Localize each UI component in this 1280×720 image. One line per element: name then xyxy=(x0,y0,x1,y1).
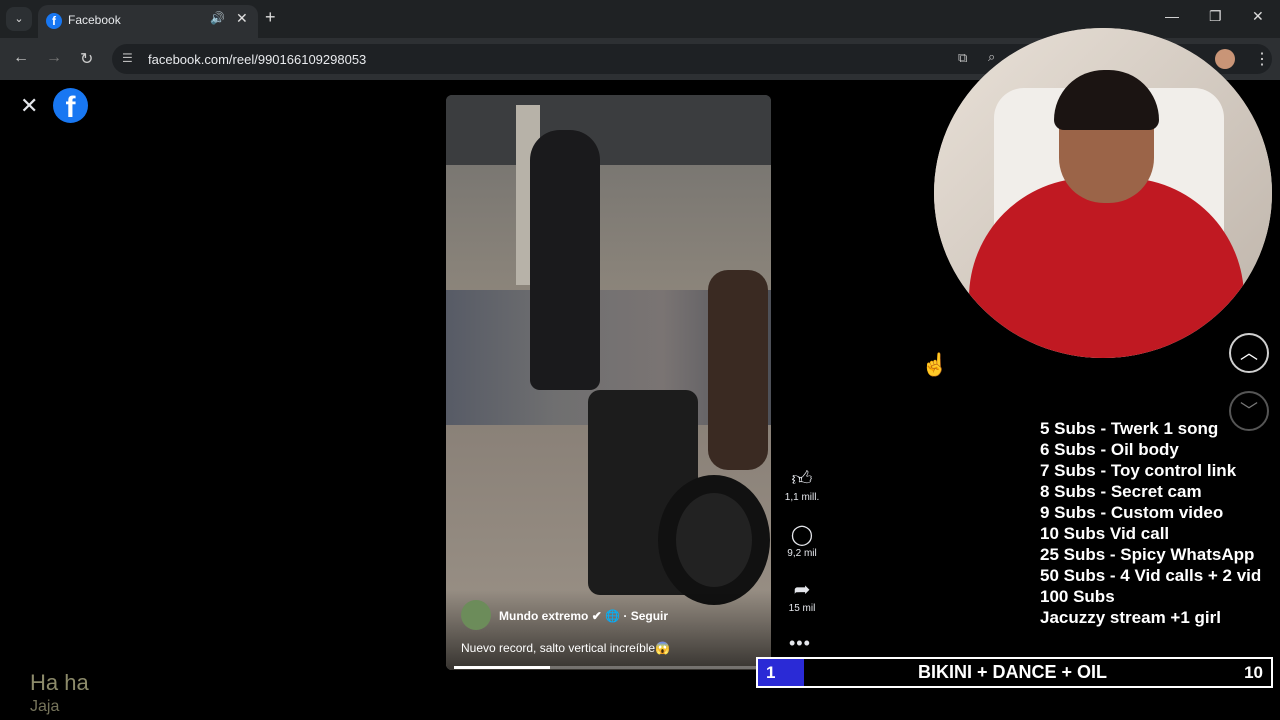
reload-icon[interactable]: ↻ xyxy=(80,49,93,69)
subs-menu-item: 8 Subs - Secret cam xyxy=(1040,482,1202,501)
reel-caption: Nuevo record, salto vertical increíble😱 xyxy=(461,641,671,655)
window-minimize-icon[interactable]: — xyxy=(1165,8,1179,24)
subs-menu-item: 25 Subs - Spicy WhatsApp xyxy=(1040,545,1255,564)
reel-video[interactable]: Mundo extremo ✔ 🌐 · Seguir Nuevo record,… xyxy=(446,95,771,670)
facebook-logo-icon[interactable]: f xyxy=(53,88,88,123)
url-text[interactable]: facebook.com/reel/990166109298053 xyxy=(148,52,366,67)
facebook-favicon-icon: f xyxy=(46,13,62,29)
video-progress-bar[interactable] xyxy=(454,666,763,669)
tab-close-icon[interactable]: ✕ xyxy=(236,10,248,27)
comment-button[interactable]: ◯ 9,2 mil xyxy=(781,524,823,559)
video-progress-fill xyxy=(454,666,550,669)
video-large-tire xyxy=(658,475,770,605)
close-reel-icon[interactable]: ✕ xyxy=(20,93,38,119)
like-button[interactable]: 👍︎ 1,1 mill. xyxy=(781,468,823,503)
tab-title: Facebook xyxy=(68,13,121,27)
comment-bubble-icon: ◯ xyxy=(790,524,814,546)
share-button[interactable]: ➦ 15 mil xyxy=(781,579,823,614)
video-gradient xyxy=(446,590,771,670)
back-icon[interactable]: ← xyxy=(13,49,29,67)
new-tab-plus-icon[interactable]: + xyxy=(265,7,276,28)
verified-icon: ✔ 🌐 · xyxy=(591,609,631,623)
speaker-icon[interactable]: 🔊 xyxy=(210,11,225,25)
goal-bar: 1 BIKINI + DANCE + OIL 10 xyxy=(756,657,1273,688)
subs-menu-item: 10 Subs Vid call xyxy=(1040,524,1170,543)
subs-menu-item: 5 Subs - Twerk 1 song xyxy=(1040,419,1219,438)
tab-facebook[interactable]: f Facebook 🔊 ✕ xyxy=(38,5,258,38)
overlay-comment: Ha ha xyxy=(30,670,89,695)
follow-button[interactable]: Seguir xyxy=(631,609,668,623)
video-athlete xyxy=(708,270,768,470)
overlay-comment-sub: Jaja xyxy=(30,698,60,715)
video-jumper xyxy=(530,130,600,390)
tab-search-chevron-down-icon[interactable]: ⌄ xyxy=(6,7,32,31)
comment-count: 9,2 mil xyxy=(787,548,817,559)
author-name[interactable]: Mundo extremo xyxy=(499,609,588,623)
thumbs-up-icon: 👍︎ xyxy=(791,468,813,490)
share-arrow-icon: ➦ xyxy=(793,579,811,601)
author-avatar[interactable] xyxy=(461,600,491,630)
subs-menu-item: 9 Subs - Custom video xyxy=(1040,503,1224,522)
goal-target: 10 xyxy=(1244,663,1263,682)
goal-text: BIKINI + DANCE + OIL xyxy=(918,662,1108,682)
like-count: 1,1 mill. xyxy=(784,492,820,503)
site-info-icon[interactable]: ☰ xyxy=(122,51,133,65)
author-row: Mundo extremo ✔ 🌐 · Seguir xyxy=(499,609,668,623)
window-close-icon[interactable]: ✕ xyxy=(1252,8,1264,25)
share-count: 15 mil xyxy=(788,603,816,614)
subs-menu: 5 Subs - Twerk 1 song 6 Subs - Oil body 7 … xyxy=(1040,418,1261,628)
subs-menu-item: 50 Subs - 4 Vid calls + 2 vid xyxy=(1040,566,1262,585)
more-options-icon[interactable]: ••• xyxy=(789,633,811,654)
webcam-overlay xyxy=(934,28,1272,358)
video-roof xyxy=(446,95,771,165)
subs-menu-item: Jacuzzy stream +1 girl xyxy=(1040,608,1221,627)
goal-current: 1 xyxy=(758,659,804,686)
subs-menu-item: 6 Subs - Oil body xyxy=(1040,440,1179,459)
forward-icon[interactable]: → xyxy=(46,49,62,67)
window-restore-icon[interactable]: ❐ xyxy=(1209,8,1222,25)
subs-menu-item: 7 Subs - Toy control link xyxy=(1040,461,1237,480)
subs-menu-item: 100 Subs xyxy=(1040,587,1115,606)
